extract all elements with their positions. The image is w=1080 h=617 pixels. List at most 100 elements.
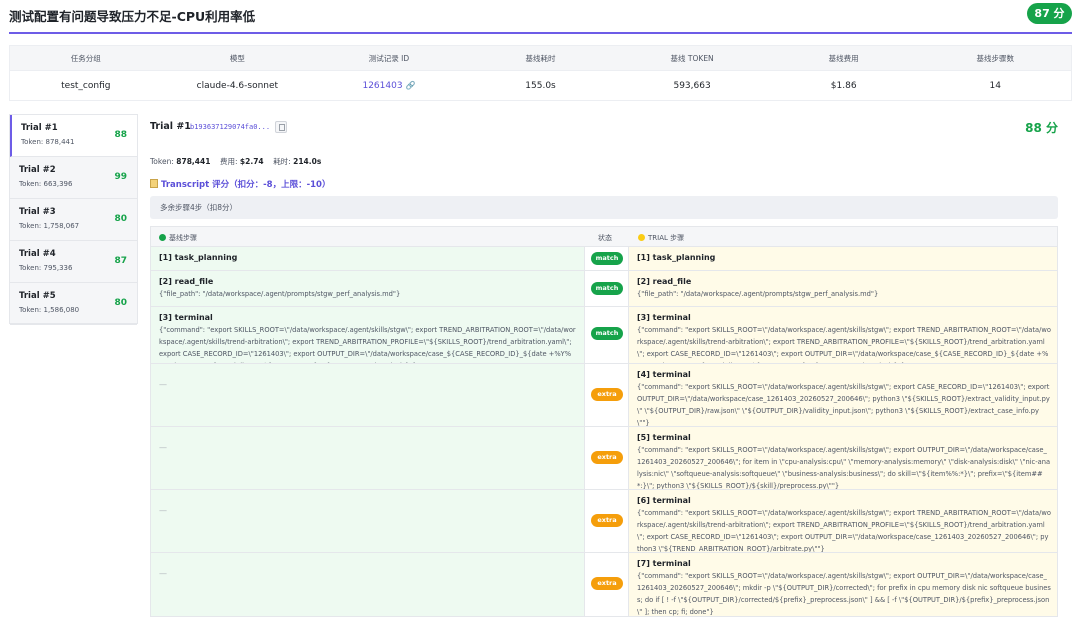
trial-step-title: [4] terminal — [637, 370, 691, 379]
green-dot-icon — [159, 234, 166, 241]
summary-duration-value: 155.0s — [525, 81, 556, 91]
meta-cost-value: $2.74 — [239, 157, 264, 166]
meta-time-value: 214.0s — [293, 157, 322, 166]
trial-step-args: {"file_path": "/data/workspace/.agent/pr… — [637, 290, 879, 298]
step-row-7: — extra [7] terminal {"command": "export… — [151, 553, 1057, 616]
meta-token-label: Token: — [150, 157, 174, 166]
trial-item-5[interactable]: Trial #5 Token: 1,586,080 80 — [10, 283, 137, 325]
trial-token: Token: 1,586,080 — [19, 306, 80, 314]
status-badge: extra — [591, 577, 623, 590]
baseline-step-empty: — — [151, 364, 584, 426]
summary-tokens-value: 593,663 — [673, 81, 711, 91]
trial-column-label: TRIAL 步骤 — [648, 234, 685, 242]
trial-step-title: [7] terminal — [637, 559, 691, 568]
summary-header-row: 任务分组 模型 测试记录 ID 基线耗时 基线 TOKEN 基线费用 基线步骤数 — [10, 46, 1071, 71]
step-row-3: [3] terminal {"command": "export SKILLS_… — [151, 307, 1057, 364]
step-row-6: — extra [6] terminal {"command": "export… — [151, 490, 1057, 553]
trial-score: 87 — [114, 256, 127, 266]
trial-sidebar: Trial #1 Token: 878,441 88 Trial #2 Toke… — [9, 114, 138, 325]
trial-step-title: [2] read_file — [637, 277, 692, 286]
steps-header: 基线步骤 状态 TRIAL 步骤 — [151, 227, 1057, 247]
summary-cost-value: $1.86 — [830, 81, 857, 91]
trial-score: 80 — [114, 298, 127, 308]
yellow-dot-icon — [638, 234, 645, 241]
trial-step-title: [1] task_planning — [637, 253, 716, 262]
trial-name: Trial #1 — [21, 123, 58, 133]
summary-header-group: 任务分组 — [70, 54, 101, 63]
step-row-2: [2] read_file {"file_path": "/data/works… — [151, 271, 1057, 307]
status-badge: extra — [591, 514, 623, 527]
baseline-column-header: 基线步骤 — [159, 233, 197, 243]
trial-item-2[interactable]: Trial #2 Token: 663,396 99 — [10, 157, 137, 199]
summary-steps-value: 14 — [989, 81, 1001, 91]
page-title: 测试配置有问题导致压力不足-CPU利用率低 — [9, 9, 256, 24]
summary-group-value: test_config — [61, 81, 111, 91]
trial-detail-score: 88 分 — [1025, 121, 1058, 135]
page-header: 测试配置有问题导致压力不足-CPU利用率低 87 分 — [0, 0, 1080, 32]
trial-detail-title: Trial #1 — [150, 121, 191, 132]
summary-record-id-cell: 1261403 🔗 — [313, 71, 465, 101]
copy-icon[interactable] — [275, 121, 287, 133]
trial-step-args: {"command": "export SKILLS_ROOT=\"/data/… — [637, 572, 1051, 616]
baseline-step-title: [1] task_planning — [159, 253, 238, 262]
meta-cost-label: 费用: — [219, 157, 238, 166]
baseline-step: [3] terminal {"command": "export SKILLS_… — [151, 307, 584, 363]
baseline-step-empty: — — [151, 490, 584, 552]
status-cell: match — [584, 271, 629, 306]
status-badge: extra — [591, 388, 623, 401]
status-badge: match — [591, 327, 623, 340]
extra-steps-note: 多余步骤4步（扣8分） — [150, 196, 1058, 219]
trial-step: [6] terminal {"command": "export SKILLS_… — [629, 490, 1057, 552]
trial-name: Trial #4 — [19, 249, 56, 259]
baseline-step: [2] read_file {"file_path": "/data/works… — [151, 271, 584, 306]
trial-step-args: {"command": "export SKILLS_ROOT=\"/data/… — [637, 446, 1051, 489]
trial-step: [4] terminal {"command": "export SKILLS_… — [629, 364, 1057, 426]
trial-step: [1] task_planning — [629, 247, 1057, 270]
step-row-5: — extra [5] terminal {"command": "export… — [151, 427, 1057, 490]
trial-step: [7] terminal {"command": "export SKILLS_… — [629, 553, 1057, 616]
trial-item-1[interactable]: Trial #1 Token: 878,441 88 — [10, 115, 137, 157]
summary-value-row: test_config claude-4.6-sonnet 1261403 🔗 … — [10, 71, 1071, 101]
trial-step-args: {"command": "export SKILLS_ROOT=\"/data/… — [637, 509, 1051, 552]
summary-header-cost: 基线费用 — [828, 54, 859, 63]
transcript-score-text: Transcript 评分（扣分：-8，上限：-10） — [161, 180, 331, 190]
transcript-score-heading: Transcript 评分（扣分：-8，上限：-10） — [150, 178, 330, 190]
status-column-header: 状态 — [598, 234, 612, 242]
trial-item-4[interactable]: Trial #4 Token: 795,336 87 — [10, 241, 137, 283]
trial-hash: b193637129074fa0... — [190, 123, 271, 131]
link-icon[interactable]: 🔗 — [405, 81, 415, 90]
trial-step: [5] terminal {"command": "export SKILLS_… — [629, 427, 1057, 489]
record-id-link[interactable]: 1261403 — [362, 81, 402, 91]
trial-step-title: [3] terminal — [637, 313, 691, 322]
meta-time-label: 耗时: — [273, 157, 291, 166]
status-badge: match — [591, 252, 623, 265]
trial-step: [3] terminal {"command": "export SKILLS_… — [629, 307, 1057, 363]
baseline-step-title: [3] terminal — [159, 313, 213, 322]
baseline-step: [1] task_planning — [151, 247, 584, 270]
empty-placeholder: — — [159, 443, 167, 452]
baseline-step-args: {"file_path": "/data/workspace/.agent/pr… — [159, 290, 401, 298]
baseline-step-empty: — — [151, 427, 584, 489]
trial-name: Trial #2 — [19, 165, 56, 175]
baseline-step-title: [2] read_file — [159, 277, 214, 286]
status-cell: match — [584, 307, 629, 363]
summary-header-duration: 基线耗时 — [525, 54, 556, 63]
baseline-step-args: {"command": "export SKILLS_ROOT=\"/data/… — [159, 326, 576, 363]
trial-step-args: {"command": "export SKILLS_ROOT=\"/data/… — [637, 326, 1051, 363]
empty-placeholder: — — [159, 506, 167, 515]
trial-step-title: [6] terminal — [637, 496, 691, 505]
trial-detail-panel: Trial #1 b193637129074fa0... 88 分 Token:… — [150, 114, 1072, 617]
trial-token: Token: 878,441 — [21, 138, 75, 146]
trial-score: 80 — [114, 214, 127, 224]
trial-name: Trial #5 — [19, 291, 56, 301]
overall-score-badge: 87 分 — [1027, 3, 1072, 24]
status-cell: match — [584, 247, 629, 270]
steps-comparison-table: 基线步骤 状态 TRIAL 步骤 [1] task_planning match… — [150, 226, 1058, 617]
meta-token-value: 878,441 — [176, 157, 211, 166]
trial-score: 99 — [114, 172, 127, 182]
trial-item-3[interactable]: Trial #3 Token: 1,758,067 80 — [10, 199, 137, 241]
trial-token: Token: 795,336 — [19, 264, 73, 272]
trial-score: 88 — [114, 130, 127, 140]
step-row-1: [1] task_planning match [1] task_plannin… — [151, 247, 1057, 271]
summary-header-model: 模型 — [229, 54, 245, 63]
